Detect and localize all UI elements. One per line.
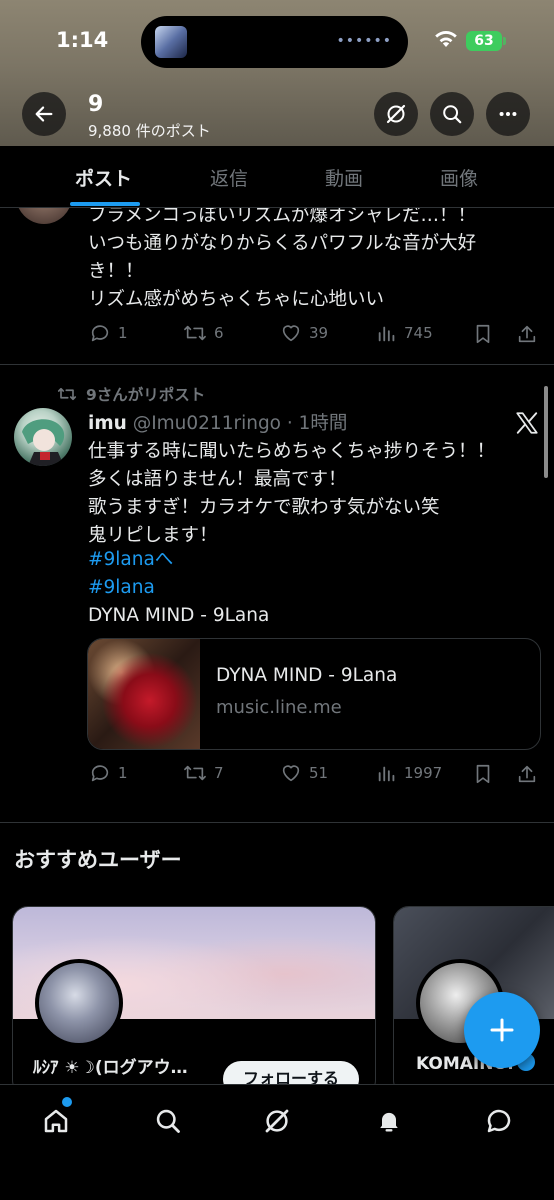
profile-name: 9 <box>88 92 104 117</box>
post-text: フラメンコっぽいリズムが爆オシャレだ…！！ いつも通りがなりからくるパワフルな音… <box>88 208 477 310</box>
profile-tabs: ポスト 返信 動画 画像 <box>0 146 554 208</box>
bottom-navigation <box>0 1084 554 1200</box>
reposted-by-label[interactable]: 9さんがリポスト <box>86 383 205 405</box>
x-logo-icon <box>516 412 538 434</box>
reply-icon <box>91 765 109 782</box>
album-artwork <box>88 639 200 749</box>
scrollbar[interactable] <box>544 386 548 478</box>
tab-indicator <box>70 202 140 206</box>
post-divider <box>0 364 554 365</box>
wifi-icon <box>435 31 457 47</box>
reply-count: 1 <box>118 324 128 342</box>
reply-button[interactable]: 1 <box>88 762 128 784</box>
heart-icon <box>282 765 300 782</box>
like-button[interactable]: 39 <box>279 322 328 344</box>
battery-indicator: 63 <box>466 31 502 51</box>
tab-images[interactable]: 画像 <box>440 164 478 191</box>
link-preview-card[interactable]: DYNA MIND - 9Lana music.line.me <box>87 638 541 750</box>
post-author[interactable]: imu @Imu0211ringo · 1時間 <box>88 409 347 435</box>
follow-button[interactable]: フォローする <box>223 1061 359 1084</box>
timeline[interactable]: フラメンコっぽいリズムが爆オシャレだ…！！ いつも通りがなりからくるパワフルな音… <box>0 208 554 1084</box>
repost-icon <box>57 387 77 401</box>
post-divider <box>0 822 554 823</box>
nav-home[interactable] <box>38 1103 74 1139</box>
avatar[interactable] <box>16 208 72 224</box>
more-button[interactable] <box>486 92 530 136</box>
hashtag-link[interactable]: #9lana <box>88 574 155 602</box>
share-icon[interactable] <box>516 322 538 346</box>
grok-icon <box>386 104 406 124</box>
analytics-icon <box>378 766 395 782</box>
nav-grok[interactable] <box>259 1103 295 1139</box>
avatar[interactable] <box>35 959 123 1047</box>
author-handle-time: @Imu0211ringo · 1時間 <box>132 413 348 434</box>
card-domain: music.line.me <box>216 697 342 718</box>
dynamic-island: •••••• <box>141 16 408 68</box>
bell-icon <box>380 1112 398 1132</box>
chat-bubble-icon <box>487 1109 511 1133</box>
bookmark-icon[interactable] <box>472 762 494 786</box>
repost-count: 6 <box>214 324 224 342</box>
home-icon <box>44 1109 68 1133</box>
bookmark-icon[interactable] <box>472 322 494 346</box>
like-count: 39 <box>309 324 329 342</box>
tab-replies[interactable]: 返信 <box>210 164 248 191</box>
search-icon <box>443 105 462 124</box>
like-button[interactable]: 51 <box>279 762 328 784</box>
reply-button[interactable]: 1 <box>88 322 128 344</box>
plus-icon <box>490 1018 514 1042</box>
battery-tip <box>503 37 506 45</box>
reply-icon <box>91 325 109 342</box>
grok-icon <box>265 1109 289 1133</box>
now-playing-artwork <box>155 26 187 58</box>
audio-waveform-icon: •••••• <box>336 33 392 49</box>
repost-button[interactable]: 6 <box>182 322 224 344</box>
status-time: 1:14 <box>56 28 109 52</box>
home-unread-dot <box>62 1097 72 1107</box>
views-button[interactable]: 1997 <box>376 762 442 784</box>
avatar[interactable] <box>14 408 72 466</box>
recommended-user-card[interactable]: KOMAINU. <box>393 906 554 1084</box>
like-count: 51 <box>309 764 329 782</box>
search-button[interactable] <box>430 92 474 136</box>
arrow-left-icon <box>35 106 53 122</box>
view-count: 1997 <box>404 764 443 782</box>
tab-posts[interactable]: ポスト <box>75 164 132 191</box>
reply-count: 1 <box>118 764 128 782</box>
heart-icon <box>282 325 300 342</box>
grok-button[interactable] <box>374 92 418 136</box>
song-line: DYNA MIND - 9Lana <box>88 605 270 626</box>
section-title: おすすめユーザー <box>14 848 182 872</box>
repost-icon <box>184 765 206 781</box>
views-button[interactable]: 745 <box>376 322 433 344</box>
nav-search[interactable] <box>150 1103 186 1139</box>
nav-messages[interactable] <box>481 1103 517 1139</box>
repost-count: 7 <box>214 764 224 782</box>
recommended-user-card[interactable]: ﾙｼｱ ☀︎☽(ログアウ… フォローする <box>12 906 376 1084</box>
analytics-icon <box>378 326 395 342</box>
author-name[interactable]: imu <box>88 413 127 434</box>
more-dots-icon <box>499 111 517 117</box>
share-icon[interactable] <box>516 762 538 786</box>
search-icon <box>156 1109 180 1133</box>
view-count: 745 <box>404 324 433 342</box>
avatar-illustration <box>22 419 65 466</box>
post-text: 仕事する時に聞いたらめちゃくちゃ捗りそう！！ 多くは語りません！最高です！ 歌う… <box>88 441 496 546</box>
repost-icon <box>184 325 206 341</box>
card-title: DYNA MIND - 9Lana <box>216 665 398 686</box>
hashtag-link[interactable]: #9lanaへ <box>88 546 173 574</box>
back-button[interactable] <box>22 92 66 136</box>
repost-button[interactable]: 7 <box>182 762 224 784</box>
recommended-user-name[interactable]: ﾙｼｱ ☀︎☽(ログアウ… <box>33 1053 188 1078</box>
tab-videos[interactable]: 動画 <box>325 164 363 191</box>
post-count: 9,880 件のポスト <box>88 122 211 140</box>
nav-notifications[interactable] <box>371 1103 407 1139</box>
compose-post-button[interactable] <box>464 992 540 1068</box>
